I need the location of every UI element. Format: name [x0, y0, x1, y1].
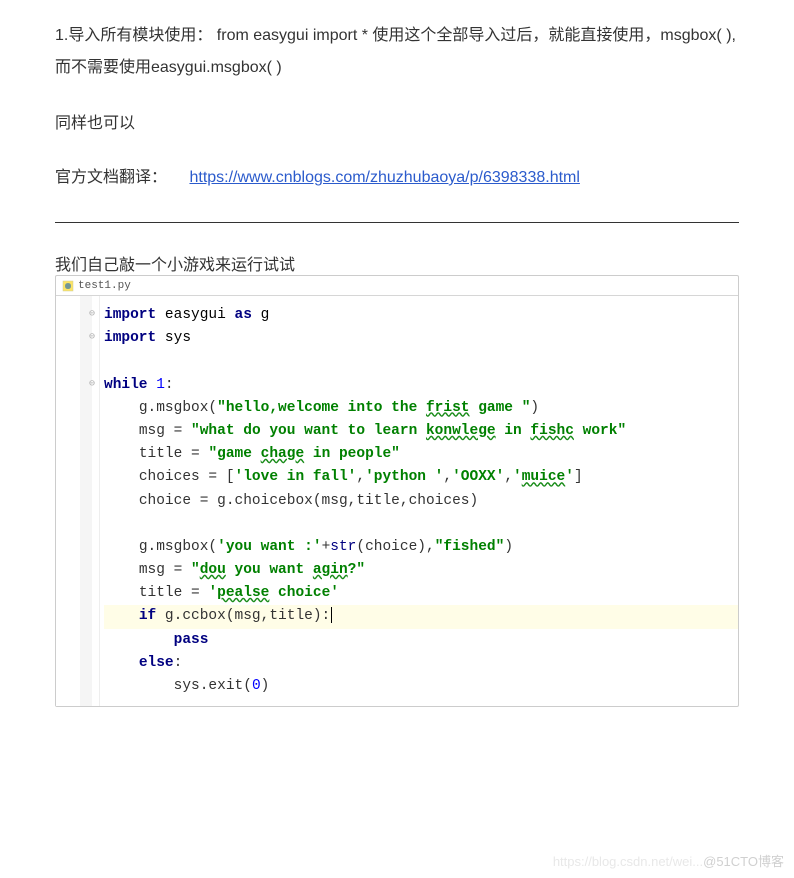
watermark-bold: @51CTO博客 [703, 854, 784, 869]
code-line [104, 350, 738, 373]
code-line-active: if g.ccbox(msg,title): [104, 605, 738, 628]
fold-icon[interactable]: ⊖ [89, 330, 95, 346]
tab-bar: test1.py [56, 276, 738, 296]
fold-icon[interactable]: ⊖ [89, 307, 95, 323]
code-area: ⊖import easygui as g ⊖import sys ⊖while … [56, 296, 738, 706]
code-line: title = "game chage in people" [104, 443, 738, 466]
code-line: msg = "what do you want to learn konwleg… [104, 420, 738, 443]
code-line [104, 513, 738, 536]
code-line: ⊖import easygui as g [104, 304, 738, 327]
file-tab[interactable]: test1.py [56, 276, 137, 295]
watermark: https://blog.csdn.net/wei...@51CTO博客 [553, 851, 784, 870]
translation-line: 官方文档翻译： https://www.cnblogs.com/zhuzhuba… [55, 163, 739, 187]
python-file-icon [62, 280, 74, 292]
code-line: sys.exit(0) [104, 675, 738, 698]
ide-window: test1.py ⊖import easygui as g ⊖import sy… [55, 275, 739, 707]
code-block[interactable]: ⊖import easygui as g ⊖import sys ⊖while … [100, 296, 738, 706]
code-line: choice = g.choicebox(msg,title,choices) [104, 490, 738, 513]
code-line: else: [104, 652, 738, 675]
code-line: title = 'pealse choice' [104, 582, 738, 605]
code-line: msg = "dou you want agin?" [104, 559, 738, 582]
code-line: choices = ['love in fall','python ','OOX… [104, 466, 738, 489]
subtitle: 我们自己敲一个小游戏来运行试试 [55, 251, 739, 275]
intro-paragraph: 1.导入所有模块使用： from easygui import * 使用这个全部… [55, 20, 739, 84]
code-line: pass [104, 629, 738, 652]
fold-icon[interactable]: ⊖ [89, 377, 95, 393]
code-line: g.msgbox("hello,welcome into the frist g… [104, 397, 738, 420]
translation-label: 官方文档翻译： [55, 169, 167, 186]
cursor-caret [331, 607, 332, 623]
translation-link[interactable]: https://www.cnblogs.com/zhuzhubaoya/p/63… [189, 169, 579, 186]
code-line: ⊖import sys [104, 327, 738, 350]
code-line: ⊖while 1: [104, 374, 738, 397]
watermark-faint: https://blog.csdn.net/wei... [553, 854, 703, 869]
divider [55, 222, 739, 223]
file-tab-label: test1.py [78, 280, 131, 292]
paragraph-2: 同样也可以 [55, 109, 739, 133]
code-line: g.msgbox('you want :'+str(choice),"fishe… [104, 536, 738, 559]
gutter [56, 296, 100, 706]
